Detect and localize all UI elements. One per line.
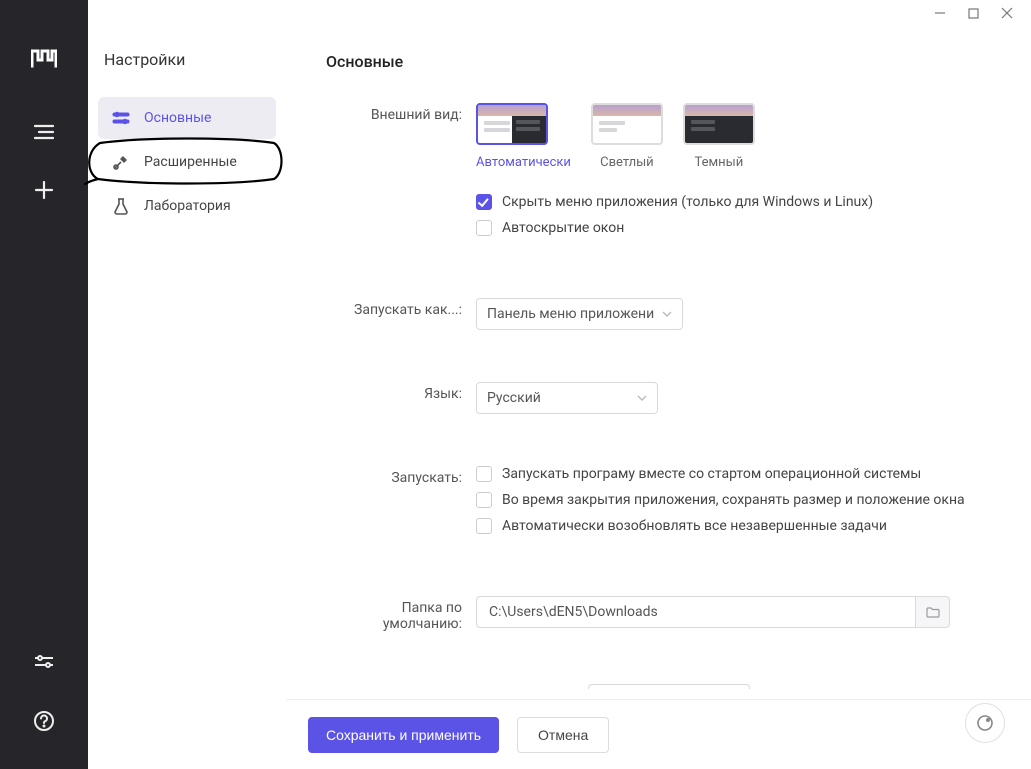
save-window-label: Во время закрытия приложения, сохранять … (502, 492, 965, 508)
language-label: Язык: (326, 382, 476, 402)
checkbox-icon (476, 220, 492, 236)
default-folder-label: Папка по умолчанию: (326, 596, 476, 632)
theme-light-label: Светлый (591, 155, 663, 170)
default-folder-input[interactable]: C:\Users\dEN5\Downloads (476, 596, 916, 628)
rail-help-button[interactable] (24, 701, 64, 741)
target-icon (975, 713, 995, 733)
close-button[interactable] (1001, 7, 1013, 23)
autohide-checkbox-row[interactable]: Автоскрытие окон (476, 220, 1007, 236)
launch-as-label: Запускать как...: (326, 298, 476, 318)
save-window-checkbox-row[interactable]: Во время закрытия приложения, сохранять … (476, 492, 1007, 508)
browse-folder-button[interactable] (916, 596, 950, 628)
app-logo (31, 48, 57, 74)
nav-item-advanced[interactable]: Расширенные (98, 141, 276, 183)
launch-as-select[interactable]: Панель меню приложени (476, 298, 683, 330)
nav-item-label: Лаборатория (144, 198, 231, 214)
flask-icon (112, 197, 130, 215)
content-area: Основные Внешний вид: Автоматически (286, 0, 1031, 769)
app-rail (0, 0, 88, 769)
nav-item-label: Расширенные (144, 154, 237, 170)
theme-auto[interactable]: Автоматически (476, 103, 571, 170)
cancel-button[interactable]: Отмена (517, 717, 609, 753)
theme-dark[interactable]: Темный (683, 103, 755, 170)
nav-item-label: Основные (144, 110, 211, 126)
auto-resume-checkbox-row[interactable]: Автоматически возобновлять все незаверше… (476, 518, 1007, 534)
maximize-button[interactable] (968, 7, 979, 23)
launch-as-value: Панель меню приложени (487, 306, 654, 322)
appearance-label: Внешний вид: (326, 103, 476, 123)
nav-item-lab[interactable]: Лаборатория (98, 185, 276, 227)
page-title: Основные (326, 52, 1007, 71)
language-select[interactable]: Русский (476, 382, 658, 414)
nav-item-general[interactable]: Основные (98, 97, 276, 139)
hide-menu-label: Скрыть меню приложения (только для Windo… (502, 194, 873, 210)
hide-menu-checkbox-row[interactable]: Скрыть меню приложения (только для Windo… (476, 194, 1007, 210)
window-controls (934, 0, 1031, 30)
tools-icon (112, 153, 130, 171)
startup-label: Запускать: (326, 466, 476, 486)
rail-settings-button[interactable] (24, 643, 64, 683)
theme-dark-thumb (683, 103, 755, 145)
autohide-label: Автоскрытие окон (502, 220, 624, 236)
settings-title: Настройки (98, 50, 276, 97)
default-folder-value: C:\Users\dEN5\Downloads (489, 604, 658, 620)
checkbox-icon (476, 466, 492, 482)
save-button[interactable]: Сохранить и применить (308, 717, 499, 753)
footer: Сохранить и применить Отмена (286, 699, 1031, 769)
gearbox-label: коробка передач: (326, 684, 476, 689)
floating-action-button[interactable] (965, 703, 1005, 743)
run-on-boot-label: Запускать програму вместе со стартом опе… (502, 466, 921, 482)
theme-auto-label: Автоматически (476, 155, 571, 170)
folder-icon (926, 606, 940, 618)
theme-auto-thumb (476, 103, 548, 145)
checkbox-icon (476, 194, 492, 210)
checkbox-icon (476, 492, 492, 508)
upload-limit-select[interactable]: 256 KB/s (588, 684, 750, 689)
run-on-boot-checkbox-row[interactable]: Запускать програму вместе со стартом опе… (476, 466, 1007, 482)
sliders-icon (112, 109, 130, 127)
settings-nav: Настройки Основные Расширенные (88, 0, 286, 769)
chevron-down-icon (662, 311, 672, 317)
rail-menu-button[interactable] (24, 112, 64, 152)
chevron-down-icon (637, 395, 647, 401)
auto-resume-label: Автоматически возобновлять все незаверше… (502, 518, 887, 534)
minimize-button[interactable] (934, 7, 946, 23)
rail-add-button[interactable] (24, 170, 64, 210)
language-value: Русский (487, 390, 541, 406)
theme-light-thumb (591, 103, 663, 145)
theme-dark-label: Темный (683, 155, 755, 170)
checkbox-icon (476, 518, 492, 534)
theme-light[interactable]: Светлый (591, 103, 663, 170)
